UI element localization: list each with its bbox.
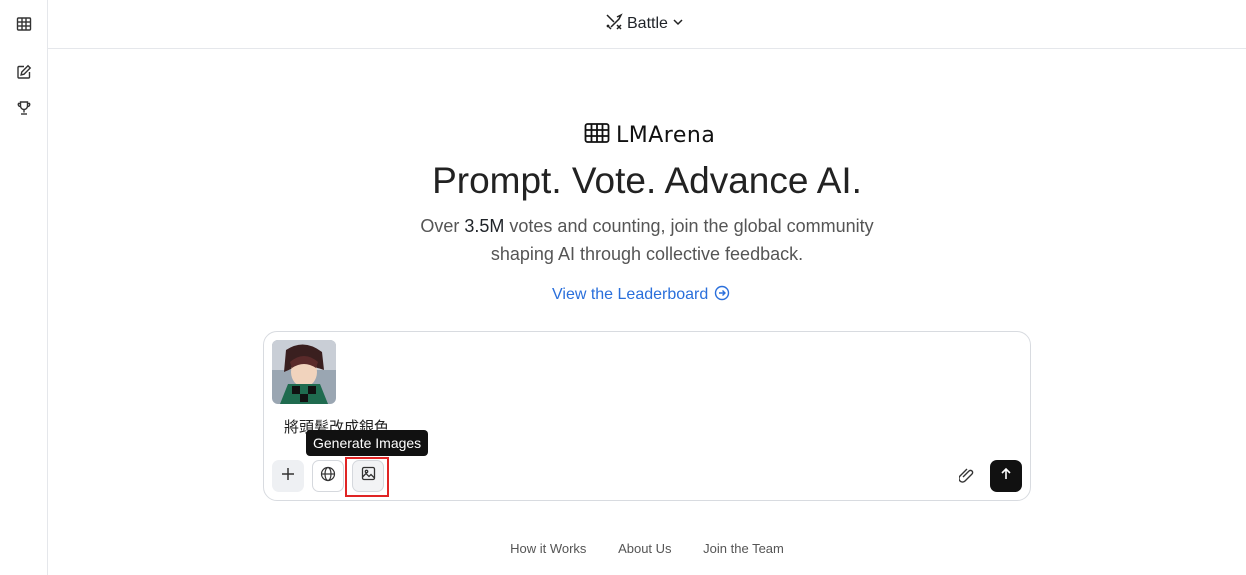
web-search-button[interactable]: [312, 460, 344, 492]
arena-logo-icon: [584, 122, 610, 149]
footer-links: How it Works About Us Join the Team: [48, 541, 1246, 556]
footer-link-join-the-team[interactable]: Join the Team: [703, 541, 784, 556]
chevron-down-icon: [672, 15, 684, 33]
attached-image-thumbnail[interactable]: [272, 340, 336, 404]
sidebar: [0, 0, 48, 575]
top-bar: Battle: [48, 0, 1246, 49]
prompt-composer: 將頭髮改成銀色 Generate Images: [263, 331, 1031, 501]
battle-mode-dropdown[interactable]: Battle: [605, 12, 684, 36]
page-title: Prompt. Vote. Advance AI.: [432, 160, 862, 201]
hero-subtitle: Over 3.5M votes and counting, join the g…: [48, 212, 1246, 268]
footer-link-how-it-works[interactable]: How it Works: [510, 541, 586, 556]
brand-logo: LMArena: [584, 120, 715, 150]
view-leaderboard-link[interactable]: View the Leaderboard: [552, 284, 730, 306]
globe-icon: [320, 466, 336, 487]
mode-label: Battle: [627, 15, 668, 32]
brand-name: LMArena: [616, 122, 716, 148]
add-attachment-button[interactable]: [272, 460, 304, 492]
new-chat-icon[interactable]: [12, 60, 36, 84]
footer-link-about-us[interactable]: About Us: [618, 541, 671, 556]
swords-icon: [605, 12, 623, 36]
send-button[interactable]: [990, 460, 1022, 492]
paperclip-icon: [958, 465, 977, 488]
arrow-right-circle-icon: [714, 285, 730, 306]
subtitle-line2: shaping AI through collective feedback.: [490, 244, 804, 264]
leaderboard-grid-icon[interactable]: [12, 12, 36, 36]
plus-icon: [281, 467, 295, 486]
subtitle-post: votes and counting, join the global comm…: [504, 216, 874, 236]
model-settings-button[interactable]: [952, 460, 984, 492]
arrow-up-icon: [999, 467, 1013, 486]
trophy-icon[interactable]: [12, 96, 36, 120]
leaderboard-link-label: View the Leaderboard: [552, 286, 709, 303]
highlight-box: [345, 457, 389, 497]
subtitle-pre: Over: [420, 216, 465, 236]
vote-count: 3.5M: [464, 216, 505, 236]
generate-images-tooltip: Generate Images: [306, 430, 429, 456]
